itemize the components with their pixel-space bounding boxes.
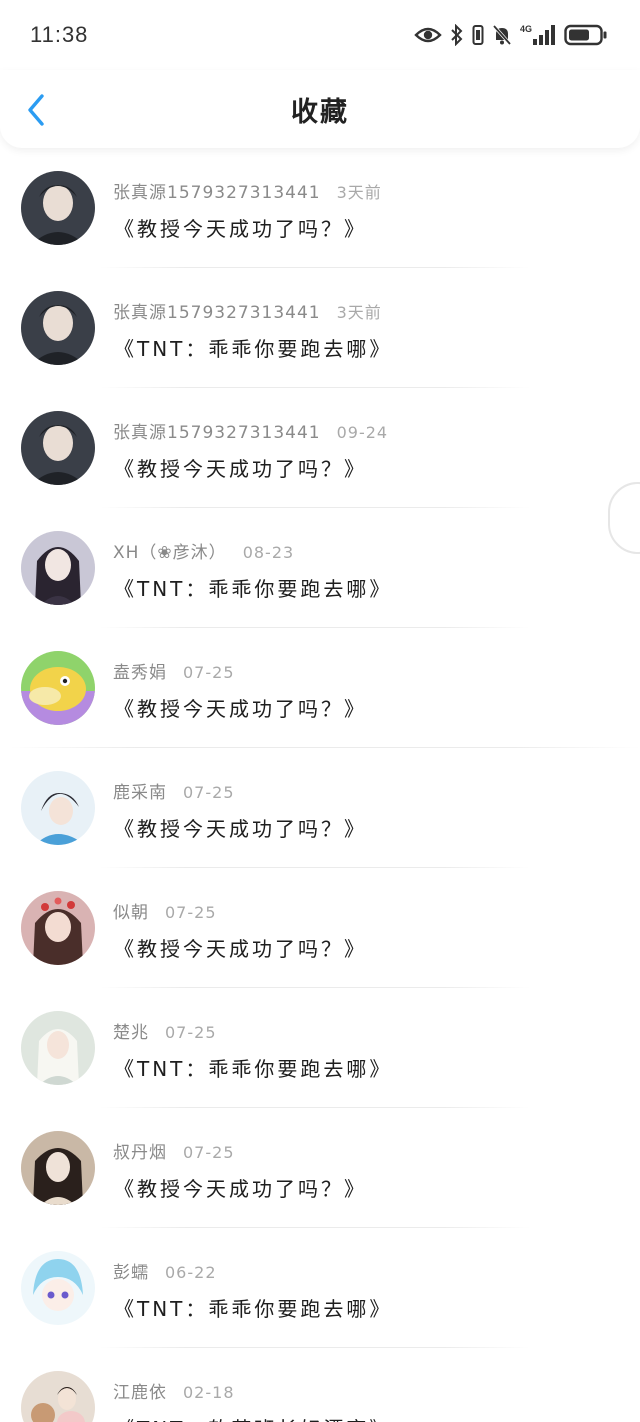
bluetooth-icon — [450, 24, 464, 46]
author-name[interactable]: XH（❀彦沐） — [113, 538, 227, 563]
timestamp: 09-24 — [336, 423, 389, 442]
avatar — [21, 1131, 95, 1205]
status-icons: 4G — [414, 23, 608, 47]
timestamp: 3天前 — [336, 303, 382, 322]
page-title: 收藏 — [291, 96, 349, 128]
story-title[interactable]: 《TNT：乖乖你要跑去哪》 — [114, 1053, 392, 1082]
list-item[interactable]: 张真源1579327313441 3天前 《教授今天成功了吗？》 — [0, 148, 640, 268]
item-meta: 叔丹烟 07-25 — [113, 1138, 235, 1163]
list-item[interactable]: 似朝 07-25 《教授今天成功了吗？》 — [0, 868, 640, 988]
item-meta: 张真源1579327313441 3天前 — [113, 178, 382, 203]
chevron-left-icon — [28, 94, 44, 126]
status-bar: 11:38 4G — [0, 0, 640, 70]
item-meta: XH（❀彦沐） 08-23 — [113, 538, 294, 563]
vibrate-icon — [472, 24, 484, 46]
list-item[interactable]: 张真源1579327313441 09-24 《教授今天成功了吗？》 — [0, 388, 640, 508]
list-item[interactable]: 楚兆 07-25 《TNT：乖乖你要跑去哪》 — [0, 988, 640, 1108]
avatar — [21, 1011, 95, 1085]
network-type-label: 4G — [520, 24, 532, 34]
item-meta: 楚兆 07-25 — [113, 1018, 217, 1043]
mute-bell-icon — [492, 24, 512, 46]
story-title[interactable]: 《TNT：软萌班长好漂亮》 — [114, 1413, 392, 1422]
timestamp: 07-25 — [183, 783, 235, 802]
item-meta: 盍秀娟 07-25 — [113, 658, 235, 683]
avatar — [21, 411, 95, 485]
item-meta: 彭蠕 06-22 — [113, 1258, 217, 1283]
eye-icon — [414, 25, 442, 45]
story-title[interactable]: 《教授今天成功了吗？》 — [114, 813, 367, 842]
story-title[interactable]: 《教授今天成功了吗？》 — [114, 213, 367, 242]
story-title[interactable]: 《教授今天成功了吗？》 — [114, 933, 367, 962]
avatar — [21, 651, 95, 725]
list-item[interactable]: 盍秀娟 07-25 《教授今天成功了吗？》 — [0, 628, 640, 748]
cellular-signal-icon: 4G — [520, 23, 556, 47]
story-title[interactable]: 《TNT：乖乖你要跑去哪》 — [114, 333, 392, 362]
author-name[interactable]: 张真源1579327313441 — [113, 178, 321, 203]
author-name[interactable]: 彭蠕 — [113, 1258, 149, 1283]
list-item[interactable]: 叔丹烟 07-25 《教授今天成功了吗？》 — [0, 1108, 640, 1228]
author-name[interactable]: 盍秀娟 — [113, 658, 167, 683]
battery-icon — [564, 24, 608, 46]
list-item[interactable]: XH（❀彦沐） 08-23 《TNT：乖乖你要跑去哪》 — [0, 508, 640, 628]
list-item[interactable]: 鹿采南 07-25 《教授今天成功了吗？》 — [0, 748, 640, 868]
author-name[interactable]: 楚兆 — [113, 1018, 149, 1043]
story-title[interactable]: 《教授今天成功了吗？》 — [114, 693, 367, 722]
story-title[interactable]: 《TNT：乖乖你要跑去哪》 — [114, 573, 392, 602]
timestamp: 06-22 — [165, 1263, 217, 1282]
item-meta: 似朝 07-25 — [113, 898, 217, 923]
author-name[interactable]: 张真源1579327313441 — [113, 418, 321, 443]
item-meta: 张真源1579327313441 3天前 — [113, 298, 382, 323]
item-meta: 张真源1579327313441 09-24 — [113, 418, 388, 443]
timestamp: 07-25 — [165, 903, 217, 922]
timestamp: 07-25 — [165, 1023, 217, 1042]
timestamp: 07-25 — [183, 663, 235, 682]
timestamp: 02-18 — [183, 1383, 235, 1402]
item-meta: 鹿采南 07-25 — [113, 778, 235, 803]
author-name[interactable]: 似朝 — [113, 898, 149, 923]
favorites-list: 张真源1579327313441 3天前 《教授今天成功了吗？》 张真源1579… — [0, 148, 640, 1422]
back-button[interactable] — [18, 90, 54, 130]
story-title[interactable]: 《教授今天成功了吗？》 — [114, 1173, 367, 1202]
story-title[interactable]: 《教授今天成功了吗？》 — [114, 453, 367, 482]
avatar — [21, 531, 95, 605]
item-meta: 江鹿依 02-18 — [113, 1378, 235, 1403]
timestamp: 07-25 — [183, 1143, 235, 1162]
avatar — [21, 891, 95, 965]
list-item[interactable]: 张真源1579327313441 3天前 《TNT：乖乖你要跑去哪》 — [0, 268, 640, 388]
author-name[interactable]: 张真源1579327313441 — [113, 298, 321, 323]
header: 收藏 — [0, 70, 640, 148]
avatar — [21, 1251, 95, 1325]
timestamp: 3天前 — [336, 183, 382, 202]
avatar — [21, 771, 95, 845]
author-name[interactable]: 叔丹烟 — [113, 1138, 167, 1163]
author-name[interactable]: 江鹿依 — [113, 1378, 167, 1403]
story-title[interactable]: 《TNT：乖乖你要跑去哪》 — [114, 1293, 392, 1322]
timestamp: 08-23 — [242, 543, 295, 562]
status-time: 11:38 — [30, 22, 89, 47]
list-item[interactable]: 江鹿依 02-18 《TNT：软萌班长好漂亮》 — [0, 1348, 640, 1422]
avatar — [21, 171, 95, 245]
list-item[interactable]: 彭蠕 06-22 《TNT：乖乖你要跑去哪》 — [0, 1228, 640, 1348]
author-name[interactable]: 鹿采南 — [113, 778, 167, 803]
avatar — [21, 1371, 95, 1422]
avatar — [21, 291, 95, 365]
